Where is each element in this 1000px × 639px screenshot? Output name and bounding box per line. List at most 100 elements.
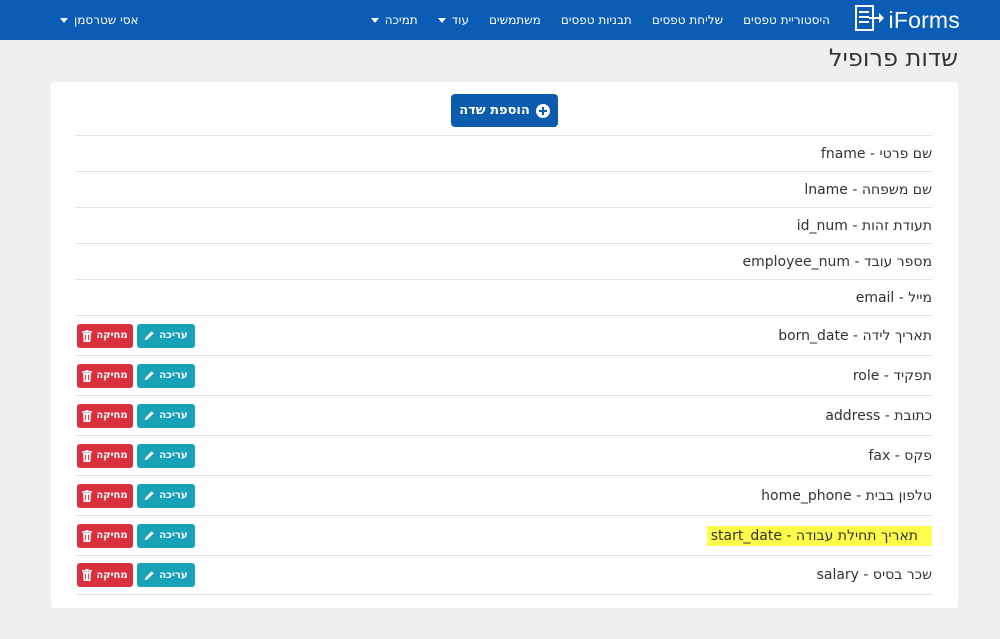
nav-item-more[interactable]: עוד (437, 13, 469, 27)
field-row: תפקיד - role עריכה מחיקה (76, 355, 933, 395)
trash-icon (82, 369, 93, 382)
add-field-button[interactable]: הוספת שדה (451, 94, 558, 127)
field-label: מייל - email (856, 290, 932, 306)
field-row: שם משפחה - lname (76, 171, 933, 207)
delete-button[interactable]: מחיקה (77, 323, 133, 348)
field-label-text: פקס - fax (868, 447, 932, 464)
field-label: תאריך לידה - born_date (778, 328, 932, 344)
field-row: תאריך תחילת עבודה - start_date עריכה מחיקה (76, 515, 933, 555)
field-label: שם פרטי - fname (821, 146, 932, 162)
delete-button[interactable]: מחיקה (77, 523, 133, 548)
edit-button[interactable]: עריכה (137, 363, 195, 388)
plus-circle-icon (535, 103, 550, 118)
trash-icon (82, 489, 93, 502)
field-label-text: תאריך תחילת עבודה - start_date (706, 525, 932, 546)
field-label: פקס - fax (868, 448, 932, 464)
pencil-icon (144, 330, 155, 341)
delete-label: מחיקה (96, 370, 128, 381)
trash-icon (82, 409, 93, 422)
field-label: שם משפחה - lname (804, 182, 932, 198)
field-label-text: מייל - email (855, 289, 932, 306)
field-row: מספר עובד - employee_num (76, 243, 933, 279)
field-row: שכר בסיס - salary עריכה מחיקה (76, 555, 933, 595)
field-row: טלפון בבית - home_phone עריכה מחיקה (76, 475, 933, 515)
delete-button[interactable]: מחיקה (77, 363, 133, 388)
field-label: טלפון בבית - home_phone (761, 488, 932, 504)
delete-label: מחיקה (96, 450, 128, 461)
nav-item-form-templates[interactable]: תבניות טפסים (561, 13, 632, 27)
nav-item-label: היסטוריית טפסים (743, 13, 830, 27)
delete-button[interactable]: מחיקה (77, 403, 133, 428)
pencil-icon (144, 490, 155, 501)
delete-label: מחיקה (96, 490, 128, 501)
edit-label: עריכה (159, 410, 188, 421)
pencil-icon (144, 530, 155, 541)
edit-button[interactable]: עריכה (137, 403, 195, 428)
delete-label: מחיקה (96, 530, 128, 541)
field-label: שכר בסיס - salary (817, 567, 932, 583)
delete-button[interactable]: מחיקה (77, 563, 133, 587)
nav-item-form-history[interactable]: היסטוריית טפסים (743, 13, 830, 27)
forms-logo-icon (854, 5, 885, 35)
field-label-text: מספר עובד - employee_num (742, 253, 932, 270)
field-label-text: שם משפחה - lname (804, 181, 932, 198)
nav-item-label: עוד (451, 13, 469, 27)
user-menu[interactable]: אסי שטרסמן (60, 0, 139, 40)
field-row: פקס - fax עריכה מחיקה (76, 435, 933, 475)
pencil-icon (144, 370, 155, 381)
nav-item-users[interactable]: משתמשים (489, 13, 541, 27)
nav-item-label: שליחת טפסים (651, 13, 724, 27)
caret-down-icon (370, 17, 379, 23)
caret-down-icon (60, 17, 68, 23)
nav-item-send-forms[interactable]: שליחת טפסים (652, 13, 723, 27)
field-row: מייל - email (76, 279, 933, 315)
edit-label: עריכה (159, 530, 188, 541)
field-row: כתובת - address עריכה מחיקה (76, 395, 933, 435)
brand-logo[interactable]: iForms (854, 4, 960, 36)
edit-label: עריכה (159, 450, 188, 461)
trash-icon (82, 449, 93, 462)
field-label: תאריך תחילת עבודה - start_date (706, 525, 932, 546)
delete-label: מחיקה (96, 569, 128, 581)
edit-button[interactable]: עריכה (137, 443, 195, 468)
edit-label: עריכה (159, 370, 188, 381)
nav-item-support[interactable]: תמיכה (370, 13, 418, 27)
pencil-icon (144, 450, 155, 461)
delete-button[interactable]: מחיקה (77, 443, 133, 468)
field-label: תפקיד - role (853, 368, 932, 384)
user-name: אסי שטרסמן (74, 13, 139, 27)
fields-list: שם פרטי - fname שם משפחה - lname תעודת זהו… (76, 135, 933, 595)
pencil-icon (144, 410, 155, 421)
field-label: מספר עובד - employee_num (743, 254, 932, 270)
edit-button[interactable]: עריכה (137, 563, 195, 587)
field-label-text: כתובת - address (825, 407, 932, 424)
field-label-text: שם פרטי - fname (820, 145, 932, 162)
field-label-text: תעודת זהות - id_num (796, 217, 932, 234)
field-row: תעודת זהות - id_num (76, 207, 933, 243)
caret-down-icon (437, 17, 446, 23)
field-label: תעודת זהות - id_num (797, 218, 932, 234)
edit-label: עריכה (159, 490, 188, 501)
delete-button[interactable]: מחיקה (77, 483, 133, 508)
nav-item-label: תמיכה (384, 13, 418, 27)
pencil-icon (144, 570, 155, 581)
profile-fields-panel: הוספת שדה שם פרטי - fname שם משפחה - lnam… (51, 82, 958, 608)
nav-item-label: משתמשים (488, 13, 541, 27)
field-row: תאריך לידה - born_date עריכה מחיקה (76, 315, 933, 355)
field-label-text: טלפון בבית - home_phone (761, 487, 932, 504)
trash-icon (82, 329, 93, 342)
delete-label: מחיקה (96, 330, 128, 341)
edit-button[interactable]: עריכה (137, 483, 195, 508)
edit-button[interactable]: עריכה (137, 323, 195, 348)
trash-icon (82, 529, 93, 542)
field-label-text: תפקיד - role (852, 367, 932, 384)
edit-button[interactable]: עריכה (137, 523, 195, 548)
delete-label: מחיקה (96, 410, 128, 421)
add-field-label: הוספת שדה (459, 103, 530, 118)
top-navbar: iForms היסטוריית טפסים שליחת טפסים תבניו… (0, 0, 1000, 40)
field-row: שם פרטי - fname (76, 135, 933, 171)
trash-icon (82, 569, 93, 581)
brand-name: iForms (888, 6, 960, 33)
page-title: שדות פרופיל (828, 44, 958, 72)
field-label-text: תאריך לידה - born_date (778, 327, 932, 344)
